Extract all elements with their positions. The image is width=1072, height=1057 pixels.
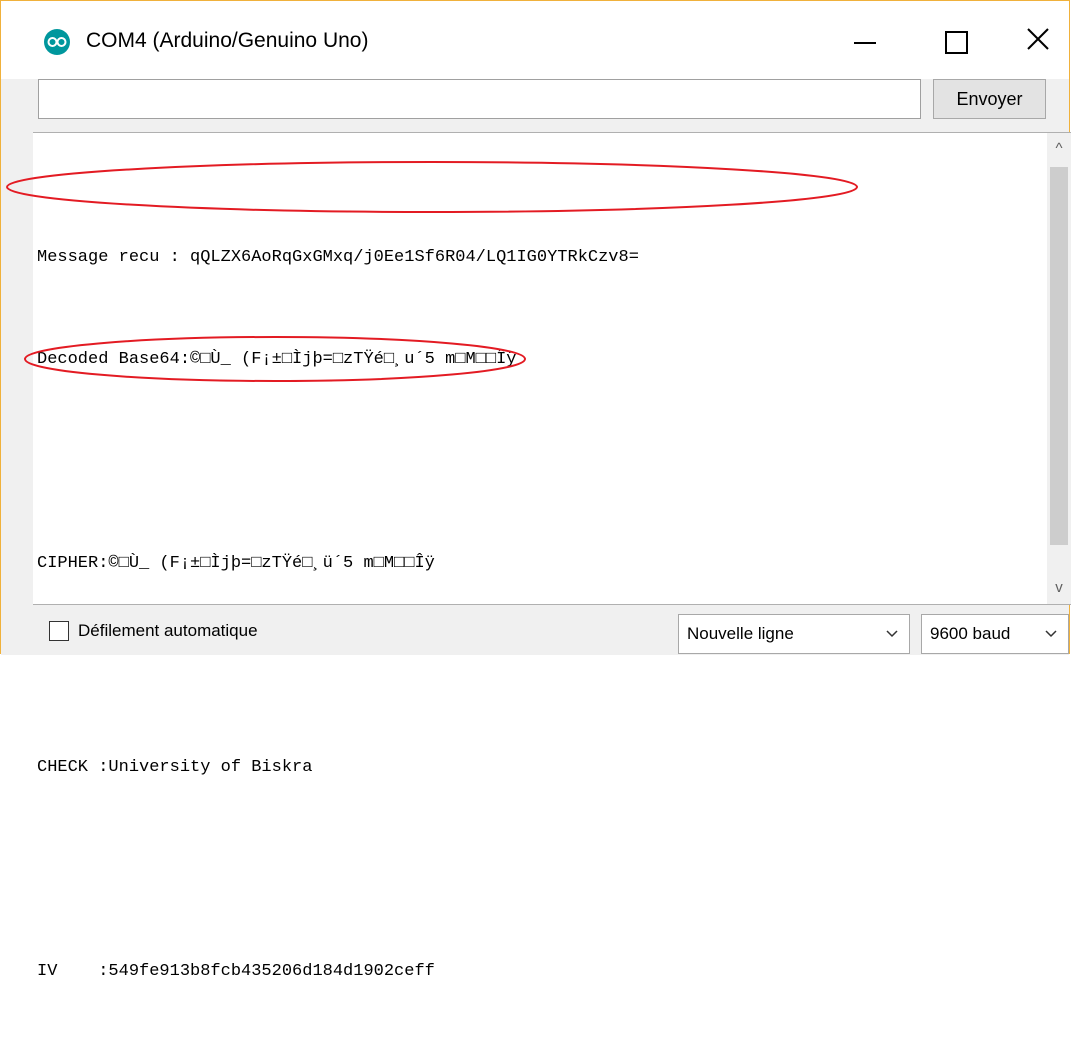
maximize-button[interactable] — [926, 17, 986, 67]
autoscroll-label: Défilement automatique — [78, 621, 258, 640]
scroll-down-icon[interactable]: v — [1047, 572, 1071, 604]
line-ending-select[interactable]: Nouvelle ligne — [678, 614, 910, 654]
baud-rate-select[interactable]: 9600 baud — [921, 614, 1069, 654]
output-line: Message recu : qQLZX6AoRqGxGMxq/j0Ee1Sf6… — [37, 248, 639, 267]
chevron-down-icon — [886, 630, 898, 638]
line-ending-value: Nouvelle ligne — [687, 624, 794, 643]
vertical-scrollbar[interactable]: ^ v — [1047, 133, 1071, 604]
title-bar[interactable]: COM4 (Arduino/Genuino Uno) — [1, 1, 1069, 79]
minimize-button[interactable] — [836, 17, 896, 67]
serial-monitor-window: COM4 (Arduino/Genuino Uno) Envoyer Messa… — [0, 0, 1071, 981]
maximize-icon — [945, 31, 968, 54]
arduino-icon — [44, 29, 70, 55]
autoscroll-checkbox[interactable] — [49, 621, 69, 641]
window-title: COM4 (Arduino/Genuino Uno) — [86, 29, 369, 52]
send-row: Envoyer — [1, 79, 1069, 131]
chevron-down-icon — [1045, 630, 1057, 638]
scroll-thumb[interactable] — [1050, 167, 1068, 545]
baud-rate-value: 9600 baud — [930, 624, 1011, 643]
serial-output[interactable]: Message recu : qQLZX6AoRqGxGMxq/j0Ee1Sf6… — [33, 132, 1071, 981]
send-button[interactable]: Envoyer — [933, 79, 1046, 119]
scroll-up-icon[interactable]: ^ — [1047, 133, 1071, 165]
output-line: Decoded Base64:©□Ù_ (F¡±□Ìjþ=□zTŸé□¸u´5 … — [37, 350, 517, 369]
status-bar: Défilement automatique Nouvelle ligne 96… — [1, 606, 1069, 655]
close-icon — [1027, 28, 1049, 50]
close-button[interactable] — [1011, 17, 1071, 67]
output-line: CIPHER:©□Ù_ (F¡±□Ìjþ=□zTŸé□¸ü´5 m□M□□Îÿ — [37, 554, 435, 573]
output-line: CHECK :University of Biskra — [37, 758, 313, 777]
serial-input[interactable] — [38, 79, 921, 119]
minimize-icon — [854, 42, 876, 44]
output-line: IV :549fe913b8fcb435206d184d1902ceff — [37, 962, 435, 981]
